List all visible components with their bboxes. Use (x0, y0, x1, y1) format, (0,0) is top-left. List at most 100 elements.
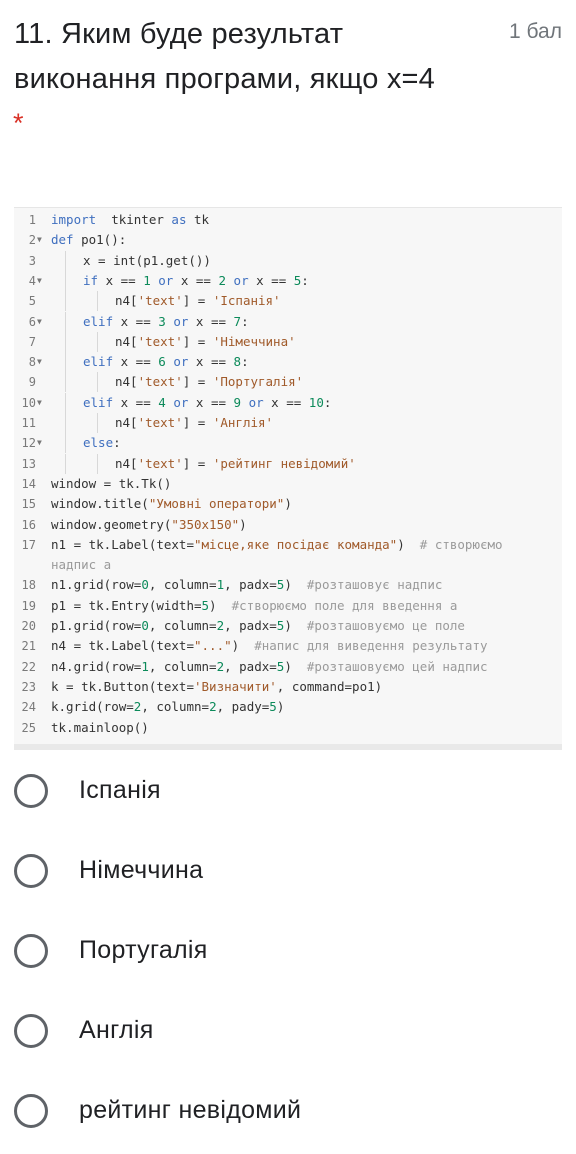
line-number: 23 (21, 679, 36, 694)
indent-guide (65, 413, 66, 433)
code-line: 11 n4['text'] = 'Англія' (14, 413, 562, 433)
line-number: 3 (28, 253, 36, 268)
option-label: рейтинг невідомий (79, 1096, 302, 1124)
code-line: 12 ▼ else: (14, 433, 562, 454)
code-text: elif x == 3 or x == 7: (83, 313, 249, 329)
answer-option[interactable]: Англія (14, 1014, 554, 1058)
code-text: n4['text'] = 'Німеччина' (115, 333, 296, 349)
fold-arrow-icon: ▼ (37, 397, 42, 407)
line-number: 12 (21, 436, 36, 451)
code-line: 24 k.grid(row=2, column=2, pady=5) (14, 697, 562, 717)
code-line: 4 ▼ if x == 1 or x == 2 or x == 5: (14, 270, 562, 291)
fold-arrow-icon: ▼ (37, 438, 42, 448)
code-text: надпис а (51, 557, 112, 573)
code-line: надпис а (14, 555, 562, 575)
line-number: 21 (21, 639, 36, 654)
code-line: 20 p1.grid(row=0, column=2, padx=5) #розт… (14, 616, 562, 636)
line-number: 1 (28, 213, 36, 227)
indent-guide (65, 270, 66, 291)
code-image: 1 import tkinter as tk 2 ▼ def po1(): 3 x = in… (14, 207, 562, 750)
required-asterisk: * (13, 108, 24, 138)
line-number: 22 (21, 659, 36, 674)
radio-button[interactable] (14, 934, 48, 968)
code-text: tk.mainloop() (51, 719, 149, 735)
code-line: 18 n1.grid(row=0, column=1, padx=5) #розт… (14, 575, 562, 595)
answer-option[interactable]: рейтинг невідомий (14, 1094, 554, 1138)
line-number: 24 (21, 700, 36, 715)
indent-guide (65, 372, 66, 393)
line-number: 20 (21, 619, 36, 633)
code-text: def po1(): (51, 232, 127, 248)
answer-option[interactable]: Німеччина (14, 854, 554, 898)
fold-arrow-icon: ▼ (37, 275, 42, 285)
code-text: p1 = tk.Entry(width=5) #створюємо поле д… (51, 597, 458, 613)
code-text: if x == 1 or x == 2 or x == 5: (83, 272, 309, 288)
line-number: 19 (21, 598, 36, 613)
code-text: else: (83, 435, 121, 451)
answer-option[interactable]: Португалія (14, 934, 554, 978)
code-line: 3 x = int(p1.get()) (14, 250, 562, 271)
indent-guide (65, 331, 66, 352)
code-text: n4['text'] = 'Португалія' (115, 374, 304, 390)
fold-arrow-icon: ▼ (37, 235, 42, 245)
radio-button[interactable] (14, 854, 48, 888)
indent-guide (97, 331, 98, 352)
code-line: 15 window.title("Умовні оператори") (14, 494, 562, 514)
indent-guide (97, 291, 98, 312)
line-number: 11 (21, 416, 36, 430)
code-line: 17 n1 = tk.Label(text="місце,яке посідає … (14, 535, 562, 555)
code-line: 13 n4['text'] = 'рейтинг невідомий' (14, 453, 562, 474)
radio-button[interactable] (14, 1014, 48, 1048)
indent-guide (65, 433, 66, 454)
code-line: 8 ▼ elif x == 6 or x == 8: (14, 352, 562, 373)
indent-guide (65, 291, 66, 312)
code-line: 7 n4['text'] = 'Німеччина' (14, 331, 562, 352)
line-number: 14 (21, 476, 36, 491)
code-line: 1 import tkinter as tk (14, 210, 562, 230)
code-line: 9 n4['text'] = 'Португалія' (14, 372, 562, 393)
fold-arrow-icon: ▼ (37, 316, 42, 326)
code-line: 25 tk.mainloop() (14, 718, 562, 738)
code-text: window.title("Умовні оператори") (51, 496, 292, 512)
code-text: window.geometry("350x150") (51, 516, 247, 532)
indent-guide (65, 250, 66, 271)
line-number: 15 (21, 497, 36, 512)
points-label: 1 бал (509, 20, 562, 43)
option-label: Німеччина (79, 856, 204, 884)
line-number: 13 (21, 456, 36, 471)
line-number: 4 (28, 273, 36, 288)
code-line: 5 n4['text'] = 'Іспанія' (14, 291, 562, 312)
code-text: n1 = tk.Label(text="місце,яке посідає ко… (51, 536, 503, 552)
code-text: window = tk.Tk() (51, 475, 172, 491)
code-line: 22 n4.grid(row=1, column=2, padx=5) #розт… (14, 657, 562, 677)
fold-arrow-icon: ▼ (37, 357, 42, 367)
code-text: n4['text'] = 'Англія' (115, 415, 274, 430)
answer-option[interactable]: Іспанія (14, 774, 554, 818)
line-number: 18 (21, 578, 36, 593)
code-line: 19 p1 = tk.Entry(width=5) #створюємо поле… (14, 596, 562, 616)
code-text: p1.grid(row=0, column=2, padx=5) #розташ… (51, 618, 465, 633)
radio-button[interactable] (14, 774, 48, 808)
indent-guide (97, 372, 98, 393)
indent-guide (65, 392, 66, 413)
code-line: 21 n4 = tk.Label(text="...") #напис для в… (14, 636, 562, 656)
indent-guide (97, 453, 98, 474)
radio-button[interactable] (14, 1094, 48, 1128)
option-label: Іспанія (79, 776, 161, 804)
line-number: 10 (21, 395, 36, 410)
code-text: k.grid(row=2, column=2, pady=5) (51, 699, 285, 715)
code-line: 10 ▼ elif x == 4 or x == 9 or x == 10: (14, 392, 562, 413)
code-text: n4['text'] = 'Іспанія' (115, 293, 281, 309)
code-line: 14 window = tk.Tk() (14, 474, 562, 494)
code-line: 23 k = tk.Button(text='Визначити', comman… (14, 677, 562, 697)
code-text: import tkinter as tk (51, 212, 210, 227)
code-line: 6 ▼ elif x == 3 or x == 7: (14, 311, 562, 332)
code-text: n1.grid(row=0, column=1, padx=5) #розташ… (51, 577, 443, 593)
indent-guide (65, 311, 66, 332)
code-text: n4 = tk.Label(text="...") #напис для вив… (51, 638, 488, 654)
line-number: 2 (28, 233, 36, 248)
line-number: 16 (21, 517, 36, 532)
code-text: n4['text'] = 'рейтинг невідомий' (115, 455, 356, 471)
code-line: 2 ▼ def po1(): (14, 230, 562, 250)
line-number: 17 (21, 537, 36, 552)
